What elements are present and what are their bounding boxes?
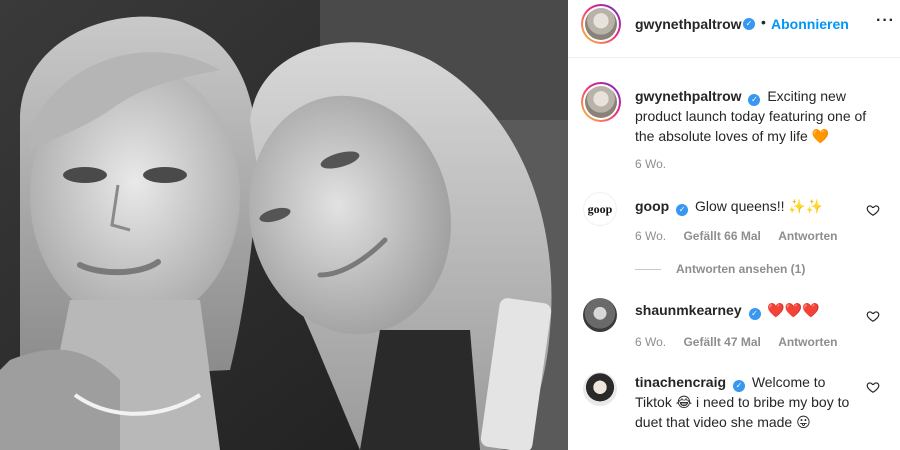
reply-button[interactable]: Antworten bbox=[778, 335, 837, 349]
reply-button[interactable]: Antworten bbox=[778, 229, 837, 243]
comment-text: Glow queens!! ✨✨ bbox=[695, 198, 824, 214]
comment-2-meta: 6 Wo. Gefällt 47 Mal Antworten bbox=[635, 335, 852, 349]
comment-avatar-shaunmkearney[interactable] bbox=[583, 298, 617, 332]
like-comment-heart-icon[interactable] bbox=[866, 380, 880, 394]
header-username[interactable]: gwynethpaltrow bbox=[635, 16, 742, 32]
comment-avatar-goop[interactable]: goop bbox=[583, 192, 617, 226]
comment-3: tinachencraig ✓ Welcome to Tiktok 😂 i ne… bbox=[635, 372, 857, 432]
comment-time[interactable]: 6 Wo. bbox=[635, 335, 666, 349]
caption-username[interactable]: gwynethpaltrow bbox=[635, 88, 742, 104]
more-options-icon[interactable]: ··· bbox=[876, 12, 895, 30]
like-comment-heart-icon[interactable] bbox=[866, 309, 880, 323]
header-avatar[interactable] bbox=[581, 4, 621, 44]
separator-dot: • bbox=[761, 14, 766, 30]
caption-avatar[interactable] bbox=[581, 82, 621, 122]
comment-likes[interactable]: Gefällt 47 Mal bbox=[683, 335, 760, 349]
comment-username[interactable]: goop bbox=[635, 198, 669, 214]
comment-1: goop ✓ Glow queens!! ✨✨ bbox=[635, 196, 855, 216]
caption-time[interactable]: 6 Wo. bbox=[635, 157, 666, 171]
caption-meta: 6 Wo. bbox=[635, 157, 680, 171]
goop-logo: goop bbox=[583, 192, 617, 226]
verified-badge-icon: ✓ bbox=[748, 94, 761, 106]
instagram-post-view: gwynethpaltrow ✓ • Abonnieren ··· gwynet… bbox=[0, 0, 900, 450]
orange-heart-emoji: 🧡 bbox=[811, 128, 830, 144]
view-replies-button[interactable]: Antworten ansehen (1) bbox=[676, 262, 805, 276]
avatar-image bbox=[585, 8, 617, 40]
avatar-image bbox=[585, 86, 617, 118]
comment-username[interactable]: shaunmkearney bbox=[635, 302, 742, 318]
caption: gwynethpaltrow ✓ Exciting new product la… bbox=[635, 86, 885, 146]
comment-text: ❤️❤️❤️ bbox=[767, 302, 820, 318]
like-comment-heart-icon[interactable] bbox=[866, 203, 880, 217]
post-photo-image bbox=[0, 0, 568, 450]
comment-time[interactable]: 6 Wo. bbox=[635, 229, 666, 243]
post-side-panel: gwynethpaltrow ✓ • Abonnieren ··· gwynet… bbox=[568, 0, 900, 450]
verified-badge-icon: ✓ bbox=[743, 18, 755, 30]
comment-1-meta: 6 Wo. Gefällt 66 Mal Antworten bbox=[635, 229, 852, 243]
verified-badge-icon: ✓ bbox=[748, 308, 761, 320]
replies-divider bbox=[635, 269, 661, 270]
post-header: gwynethpaltrow ✓ • Abonnieren ··· bbox=[568, 0, 900, 58]
follow-button[interactable]: Abonnieren bbox=[771, 16, 849, 32]
comment-likes[interactable]: Gefällt 66 Mal bbox=[683, 229, 760, 243]
comment-2: shaunmkearney ✓ ❤️❤️❤️ bbox=[635, 300, 855, 320]
comment-avatar-tinachencraig[interactable] bbox=[583, 372, 617, 406]
post-photo[interactable] bbox=[0, 0, 568, 450]
comment-username[interactable]: tinachencraig bbox=[635, 374, 726, 390]
verified-badge-icon: ✓ bbox=[732, 380, 745, 392]
verified-badge-icon: ✓ bbox=[676, 204, 689, 216]
